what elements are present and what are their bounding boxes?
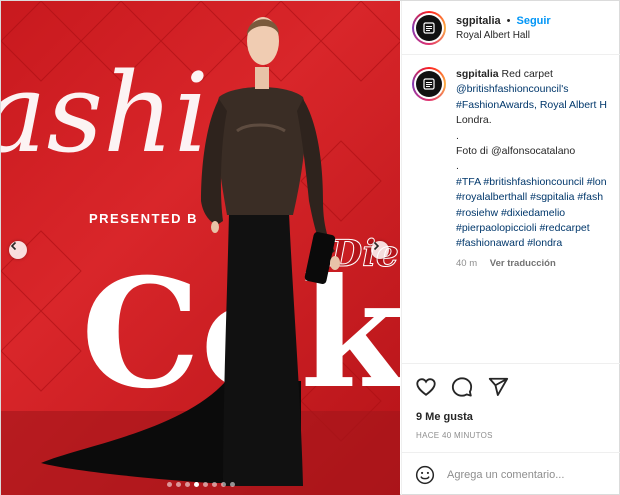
avatar[interactable] [412, 10, 446, 45]
red-carpet-photo: ashio PRESENTED B Coke Diet [1, 1, 400, 495]
comment-bar [402, 452, 620, 495]
carousel-dot [175, 482, 181, 487]
carousel-dot [193, 482, 199, 487]
carousel-indicator [1, 482, 400, 487]
caption-username[interactable]: sgpitalia [456, 68, 499, 80]
caption-line[interactable]: Foto di @alfonsocatalano [456, 144, 620, 159]
caption-line: . [456, 129, 459, 142]
carousel-dot [166, 482, 172, 487]
carousel-dot [229, 482, 235, 487]
chevron-right-icon [373, 241, 380, 251]
instagram-post: ashio PRESENTED B Coke Diet [0, 0, 620, 495]
caption-hashtags[interactable]: #royalalberthall #sgpitalia #fash [456, 190, 620, 205]
share-icon[interactable] [487, 376, 509, 398]
carousel-dot [211, 482, 217, 487]
sgp-logo-icon [423, 78, 435, 90]
caption-hashtags[interactable]: #fashionaward #londra [456, 236, 620, 251]
post-timestamp: HACE 40 MINUTOS [416, 431, 493, 440]
translate-button[interactable]: Ver traducción [490, 258, 556, 269]
like-heart-icon[interactable] [415, 376, 437, 398]
next-photo-button[interactable] [371, 241, 389, 259]
location-link[interactable]: Royal Albert Hall [456, 30, 551, 41]
emoji-icon[interactable] [415, 465, 435, 485]
caption-line[interactable]: #FashionAwards, Royal Albert H [456, 98, 620, 113]
presented-by-text: PRESENTED B [89, 211, 198, 226]
caption-line[interactable]: @britishfashioncouncil's [456, 82, 620, 97]
post-header: sgpitalia • Seguir Royal Albert Hall [402, 1, 620, 55]
header-username[interactable]: sgpitalia [456, 15, 501, 27]
carousel-dot [184, 482, 190, 487]
caption-avatar[interactable] [412, 67, 446, 101]
caption-hashtags[interactable]: #TFA #britishfashioncouncil #lon [456, 175, 620, 190]
post-age: 40 m [456, 257, 478, 269]
diet-script-text: Diet [330, 233, 400, 275]
post-panel: sgpitalia • Seguir Royal Albert Hall sgp… [401, 1, 620, 495]
caption-line: Londra. [456, 114, 492, 127]
caption: sgpitalia Red carpet @britishfashioncoun… [412, 67, 620, 271]
likes-count[interactable]: 9 Me gusta [416, 411, 620, 423]
caption-line: Red carpet [501, 68, 553, 80]
comment-icon[interactable] [451, 376, 473, 398]
carousel-dot [220, 482, 226, 487]
caption-hashtags[interactable]: #pierpaolopiccioli #redcarpet [456, 221, 620, 236]
carousel-dot [202, 482, 208, 487]
comment-input[interactable] [447, 469, 617, 481]
caption-line: . [456, 160, 459, 173]
dot-separator: • [506, 14, 511, 27]
post-photo[interactable]: ashio PRESENTED B Coke Diet [1, 1, 400, 495]
caption-text: sgpitalia Red carpet @britishfashioncoun… [456, 67, 620, 271]
action-section: 9 Me gusta HACE 40 MINUTOS [402, 363, 620, 495]
sgp-logo-icon [423, 21, 435, 34]
previous-photo-button[interactable] [9, 241, 27, 259]
chevron-left-icon [10, 241, 17, 251]
follow-button[interactable]: Seguir [516, 15, 550, 27]
caption-hashtags[interactable]: #rosiehw #dixiedamelio [456, 206, 620, 221]
